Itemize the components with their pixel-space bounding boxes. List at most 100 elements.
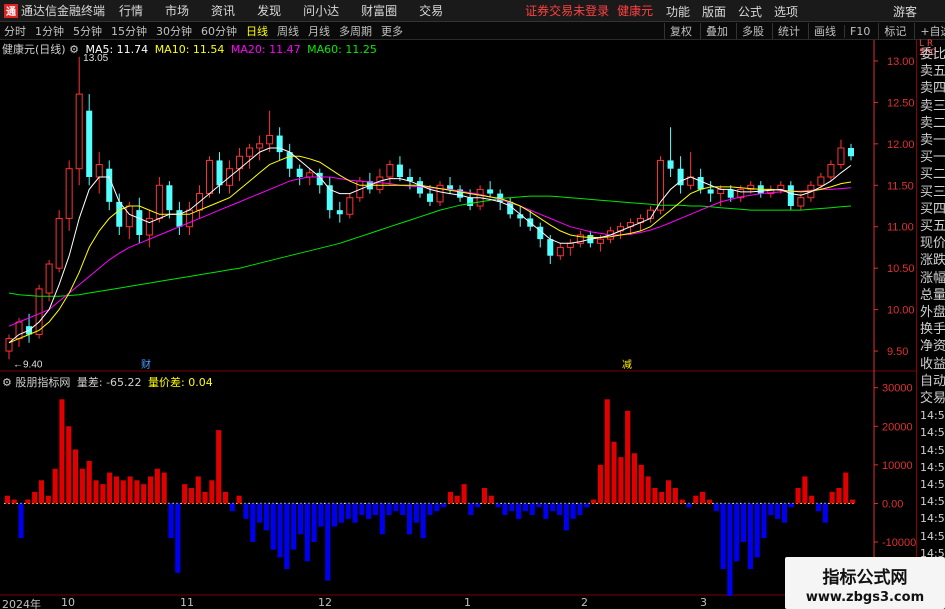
candle-body (787, 185, 794, 206)
indicator-bar (631, 453, 638, 504)
sidebar-item[interactable]: 外盘 (920, 304, 945, 321)
menu-item-formula[interactable]: 公式 (738, 3, 762, 20)
indicator-bar (597, 464, 603, 504)
tool-multi-stock[interactable]: 多股 (736, 23, 766, 39)
period-60min[interactable]: 60分钟 (201, 23, 237, 39)
candle-body (116, 201, 123, 227)
indicator-bar (100, 484, 106, 504)
sidebar-item[interactable]: 14:56 (920, 442, 945, 459)
period-5min[interactable]: 5分钟 (73, 23, 102, 39)
tool-add-watchlist[interactable]: +自选 (914, 23, 945, 39)
candle-body (216, 160, 223, 186)
sidebar-item[interactable]: 卖一 (920, 132, 945, 149)
menu-item-function[interactable]: 功能 (666, 3, 690, 20)
candle-body (777, 184, 785, 190)
indicator-bar (236, 495, 242, 504)
sidebar-item[interactable]: 现价 (920, 235, 945, 252)
sidebar-item[interactable]: 涨跌 (920, 252, 945, 269)
sidebar-item[interactable]: 买二 (920, 166, 945, 183)
indicator-bar (297, 503, 304, 535)
indicator-bar (543, 503, 549, 519)
sidebar-item[interactable]: 14:56 (920, 510, 945, 527)
menu-item-news[interactable]: 资讯 (211, 2, 235, 19)
menu-item-options[interactable]: 选项 (774, 3, 798, 20)
indicator-bar (502, 503, 508, 515)
period-30min[interactable]: 30分钟 (156, 23, 192, 39)
sidebar-item[interactable]: 涨幅 (920, 270, 945, 287)
sidebar-item[interactable]: 净资 (920, 338, 945, 355)
price-tick-label: 13.00 (887, 56, 915, 68)
menu-item-ask[interactable]: 问小达 (303, 2, 339, 19)
indicator-bar (795, 488, 801, 504)
sidebar-item[interactable]: 交易 (920, 390, 945, 407)
sidebar-item[interactable]: 14:56 (920, 476, 945, 493)
menu-item-trade[interactable]: 交易 (419, 2, 443, 19)
tool-f10[interactable]: F10 (844, 24, 872, 38)
candle-body (717, 188, 725, 195)
indicator-bar (359, 503, 365, 515)
period-multi[interactable]: 多周期 (339, 23, 372, 39)
chart-area[interactable]: 13.00 12.50 12.00 11.50 11.00 10.50 10.00 9.50 1… (0, 40, 916, 596)
guest-button[interactable]: 游客 (893, 3, 917, 20)
sidebar-item[interactable]: 买三 (920, 184, 945, 201)
sidebar-item[interactable]: 14:56 (920, 407, 945, 424)
indicator-bar (522, 503, 528, 512)
period-weekly[interactable]: 周线 (277, 23, 299, 39)
sidebar-item[interactable]: 买四 (920, 201, 945, 218)
period-more[interactable]: 更多 (381, 23, 403, 39)
sidebar-item[interactable]: 收益 (920, 356, 945, 373)
menu-item-wealth[interactable]: 财富圈 (361, 2, 397, 19)
period-1min[interactable]: 1分钟 (35, 23, 64, 39)
indicator-bar (161, 472, 167, 504)
indicator-bar (509, 503, 515, 512)
candle-body (205, 159, 213, 195)
event-marker-finance: 财 (141, 358, 151, 371)
indicator-bar (38, 480, 45, 504)
sidebar-item[interactable]: 自动 (920, 373, 945, 390)
menu-item-layout[interactable]: 版面 (702, 3, 726, 20)
sidebar-item[interactable]: 卖四 (920, 80, 945, 97)
sidebar-item[interactable]: 卖五 (920, 63, 945, 80)
tool-adjust[interactable]: 复权 (664, 23, 694, 39)
sidebar-item[interactable]: 卖三 (920, 98, 945, 115)
sidebar-item[interactable]: 买五 (920, 218, 945, 235)
price-tick-label: 12.50 (887, 97, 915, 109)
candle-body (86, 110, 93, 177)
period-15min[interactable]: 15分钟 (111, 23, 147, 39)
sidebar-item[interactable]: 14:56 (920, 493, 945, 510)
tool-mark[interactable]: 标记 (878, 23, 908, 39)
indicator-bar (850, 499, 856, 504)
tool-stats[interactable]: 统计 (772, 23, 802, 39)
menu-item-market[interactable]: 市场 (165, 2, 189, 19)
indicator-bar (113, 476, 120, 504)
sidebar-item[interactable]: 14:56 (920, 528, 945, 545)
event-marker-reduce: 减 (622, 359, 632, 371)
candle-body (827, 164, 835, 178)
indicator-bar (366, 503, 372, 519)
sidebar-item[interactable]: 换手 (920, 321, 945, 338)
indicator-bar (332, 503, 338, 527)
sidebar-item[interactable]: 14:56 (920, 424, 945, 441)
indicator-bar (638, 464, 644, 504)
indicator-bar (781, 503, 787, 523)
indicator-bar (284, 503, 290, 569)
indicator-tick-label: 30000 (882, 383, 913, 395)
candle-body (547, 239, 554, 256)
sidebar-item[interactable]: 14:56 (920, 459, 945, 476)
period-daily[interactable]: 日线 (246, 23, 268, 39)
indicator-bar (107, 472, 113, 504)
sidebar-item[interactable]: 委比 (920, 46, 945, 63)
sidebar-item[interactable]: 总量 (920, 287, 945, 304)
indicator-bar (393, 503, 399, 512)
sidebar-item[interactable]: 卖二 (920, 115, 945, 132)
indicator-bar (209, 480, 215, 504)
sidebar-item[interactable]: 买一 (920, 149, 945, 166)
menu-item-discover[interactable]: 发现 (257, 2, 281, 19)
menu-item-quotes[interactable]: 行情 (119, 2, 143, 19)
tool-draw[interactable]: 画线 (808, 23, 838, 39)
login-notice[interactable]: 证券交易未登录 (525, 2, 609, 19)
period-monthly[interactable]: 月线 (308, 23, 330, 39)
period-intraday[interactable]: 分时 (4, 23, 26, 39)
tool-overlay[interactable]: 叠加 (700, 23, 730, 39)
date-label: 3 (700, 596, 707, 609)
